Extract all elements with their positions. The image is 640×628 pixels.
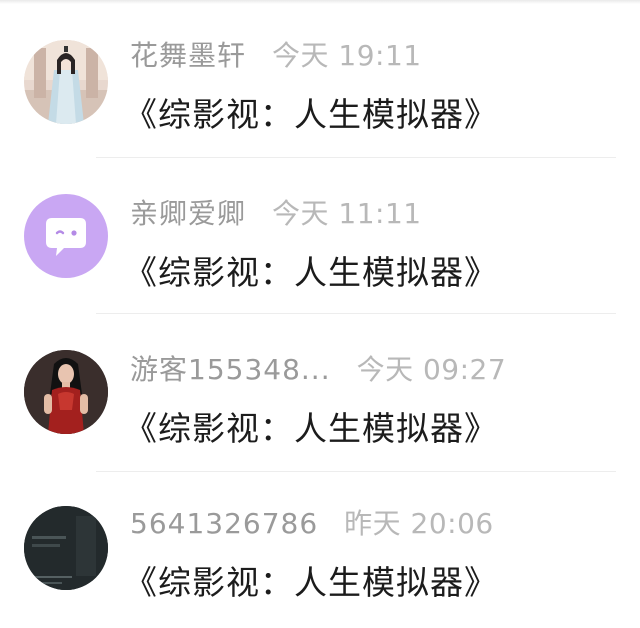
divider: [96, 313, 616, 314]
dark-photo-avatar-icon: [24, 506, 108, 590]
sender-name[interactable]: 5641326786: [130, 507, 318, 540]
sender-name[interactable]: 游客155348...: [130, 348, 331, 388]
message-list: 花舞墨轩 今天 19:11 《综影视：人生模拟器》 亲卿爱卿 今天 11:11 …: [0, 0, 640, 606]
message-text[interactable]: 《综影视：人生模拟器》: [124, 556, 498, 604]
message-time: 今天 11:11: [272, 197, 422, 230]
message-text[interactable]: 《综影视：人生模拟器》: [124, 246, 498, 294]
woman-red-dress-avatar-icon: [24, 350, 108, 434]
chat-bubble-icon: [24, 194, 108, 278]
list-item[interactable]: 亲卿爱卿 今天 11:11 《综影视：人生模拟器》: [0, 158, 640, 314]
message-text[interactable]: 《综影视：人生模拟器》: [124, 88, 498, 136]
avatar[interactable]: [24, 350, 108, 434]
list-item[interactable]: 花舞墨轩 今天 19:11 《综影视：人生模拟器》: [0, 2, 640, 158]
sender-name[interactable]: 亲卿爱卿: [130, 192, 246, 232]
sender-name[interactable]: 花舞墨轩: [130, 34, 246, 74]
list-item[interactable]: 5641326786 昨天 20:06 《综影视：人生模拟器》: [0, 472, 640, 628]
message-time: 今天 09:27: [356, 353, 507, 386]
anime-character-avatar-icon: [24, 40, 108, 124]
avatar[interactable]: [24, 506, 108, 590]
list-item[interactable]: 游客155348... 今天 09:27 《综影视：人生模拟器》: [0, 316, 640, 472]
message-time: 昨天 20:06: [344, 507, 494, 540]
message-meta: 5641326786 昨天 20:06: [130, 502, 494, 540]
message-meta: 游客155348... 今天 09:27: [130, 348, 506, 386]
avatar[interactable]: [24, 194, 108, 278]
message-meta: 花舞墨轩 今天 19:11: [130, 34, 422, 72]
message-time: 今天 19:11: [272, 39, 422, 72]
message-text[interactable]: 《综影视：人生模拟器》: [124, 402, 498, 450]
message-meta: 亲卿爱卿 今天 11:11: [130, 192, 422, 230]
avatar[interactable]: [24, 40, 108, 124]
